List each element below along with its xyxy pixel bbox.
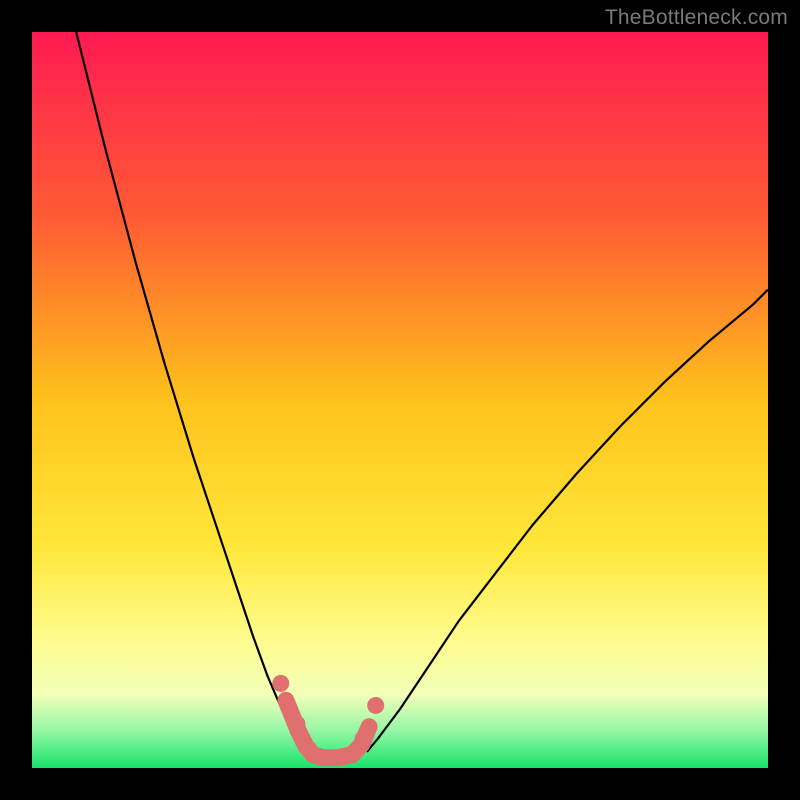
accent-dot-right-mid xyxy=(355,730,372,747)
accent-dot-right-upper xyxy=(367,697,384,714)
accent-dot-left-mid xyxy=(288,715,305,732)
chart-frame: TheBottleneck.com xyxy=(0,0,800,800)
accent-dot-left-upper xyxy=(272,675,289,692)
watermark-text: TheBottleneck.com xyxy=(605,6,788,30)
chart-svg xyxy=(32,32,768,768)
gradient-background xyxy=(32,32,768,768)
plot-area xyxy=(32,32,768,768)
